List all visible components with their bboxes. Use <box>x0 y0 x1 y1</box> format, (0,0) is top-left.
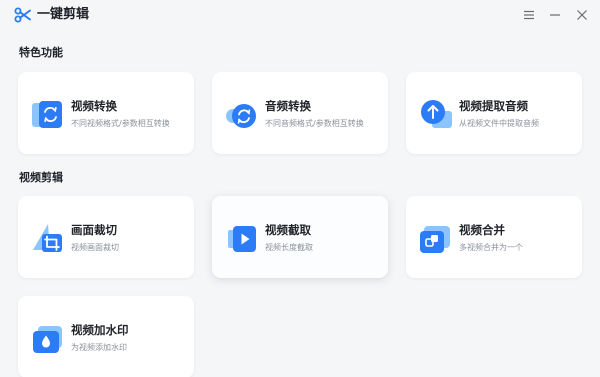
card-title: 视频合并 <box>459 223 505 237</box>
card-desc: 不同音频格式/参数相互转换 <box>265 119 364 128</box>
card-desc: 从视频文件中提取音频 <box>459 119 539 128</box>
scissors-icon <box>14 7 31 23</box>
title-bar: 一键剪辑 <box>0 0 600 32</box>
card-title: 视频提取音频 <box>459 99 528 113</box>
card-title: 视频加水印 <box>71 323 129 337</box>
card-desc: 视频画面裁切 <box>71 243 119 252</box>
card-title: 画面裁切 <box>71 223 117 237</box>
close-icon[interactable] <box>575 8 589 22</box>
minimize-icon[interactable] <box>548 8 562 22</box>
card-watermark[interactable]: 视频加水印 为视频添加水印 <box>18 296 194 377</box>
card-video-trim[interactable]: 视频截取 视频长度截取 <box>212 196 388 278</box>
audio-convert-icon <box>226 104 256 128</box>
card-audio-convert[interactable]: 音频转换 不同音频格式/参数相互转换 <box>212 72 388 154</box>
watermark-icon <box>33 326 62 353</box>
card-desc: 不同视频格式/参数相互转换 <box>71 119 170 128</box>
section-title-video-edit: 视频剪辑 <box>19 171 63 184</box>
extract-audio-icon <box>421 100 452 128</box>
card-desc: 视频长度截取 <box>265 243 313 252</box>
section-title-featured: 特色功能 <box>19 46 63 59</box>
menu-icon[interactable] <box>522 8 536 22</box>
video-trim-icon <box>228 226 256 252</box>
card-crop[interactable]: 画面裁切 视频画面裁切 <box>18 196 194 278</box>
video-merge-icon <box>420 226 450 253</box>
card-video-merge[interactable]: 视频合并 多视频合并为一个 <box>406 196 582 278</box>
video-convert-icon <box>32 101 62 128</box>
app-title: 一键剪辑 <box>37 7 90 22</box>
card-video-convert[interactable]: 视频转换 不同视频格式/参数相互转换 <box>18 72 194 154</box>
card-desc: 多视频合并为一个 <box>459 243 523 252</box>
card-desc: 为视频添加水印 <box>71 343 127 352</box>
card-title: 视频转换 <box>71 99 117 113</box>
card-extract-audio[interactable]: 视频提取音频 从视频文件中提取音频 <box>406 72 582 154</box>
card-title: 视频截取 <box>265 223 311 237</box>
crop-icon <box>33 224 62 252</box>
card-title: 音频转换 <box>265 99 311 113</box>
